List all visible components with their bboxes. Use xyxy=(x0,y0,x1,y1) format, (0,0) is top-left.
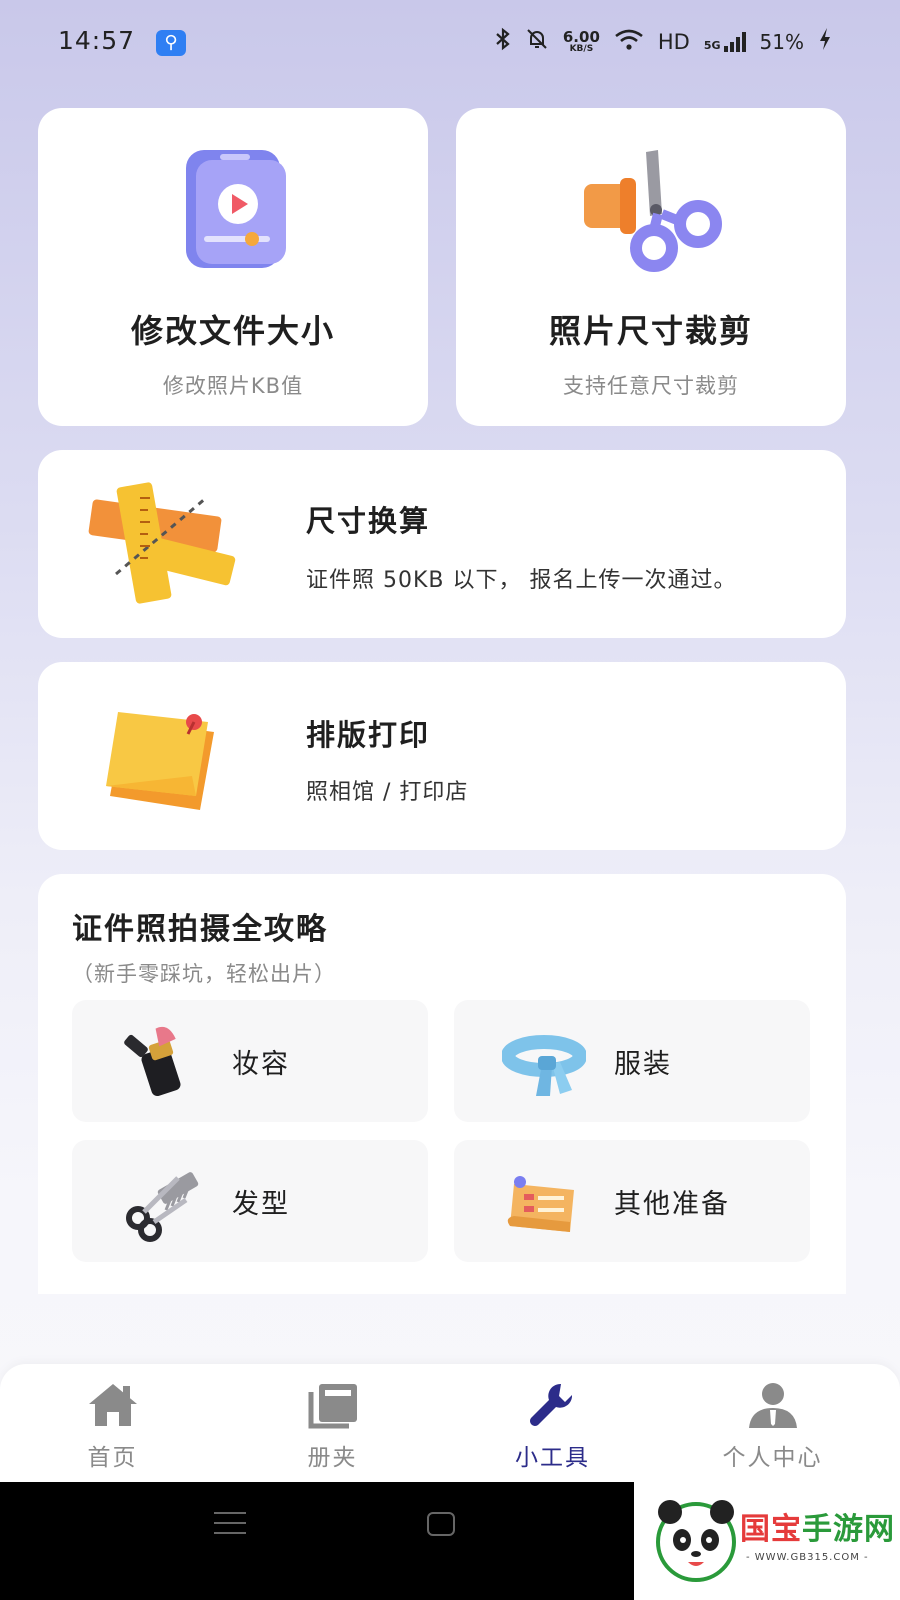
compress-subtitle: 修改照片KB值 xyxy=(162,374,304,398)
nav-tools[interactable]: 小工具 xyxy=(440,1364,665,1482)
watermark-brand-green: 手游网 xyxy=(802,1512,895,1547)
makeup-label: 妆容 xyxy=(232,1049,290,1080)
layout-print-card[interactable]: 排版打印 照相馆 / 打印店 xyxy=(38,662,846,850)
guide-item-other-prep[interactable]: 其他准备 xyxy=(454,1140,810,1262)
guide-subtitle: （新手零踩坑，轻松出片） xyxy=(72,962,336,986)
guide-item-hairstyle[interactable]: 发型 xyxy=(72,1140,428,1262)
recent-apps-icon[interactable] xyxy=(214,1512,246,1536)
scroll-icon xyxy=(507,1176,574,1232)
network-type: 5G xyxy=(703,38,721,52)
watermark-brand-red: 国宝 xyxy=(740,1512,802,1547)
nav-home[interactable]: 首页 xyxy=(0,1364,225,1482)
convert-desc: 证件照 50KB 以下， 报名上传一次通过。 xyxy=(306,568,737,593)
nav-profile[interactable]: 个人中心 xyxy=(660,1364,885,1482)
site-watermark: 国宝手游网 - WWW.GB315.COM - xyxy=(634,1478,900,1600)
status-bar: 14:57 ⚲ 6.00 KB/S HD 5G 51% xyxy=(0,0,900,86)
nav-album-label: 册夹 xyxy=(307,1445,358,1471)
compress-title: 修改文件大小 xyxy=(130,312,335,350)
compress-size-card[interactable]: 修改文件大小 修改照片KB值 xyxy=(38,108,428,426)
scissors-comb-icon xyxy=(126,1172,199,1242)
panda-logo-icon xyxy=(656,1500,736,1582)
status-icons: 6.00 KB/S HD 5G 51% xyxy=(495,27,832,56)
nav-profile-label: 个人中心 xyxy=(722,1445,823,1471)
net-speed: 6.00 KB/S xyxy=(562,27,600,54)
convert-title: 尺寸换算 xyxy=(306,504,431,538)
net-speed-value: 6.00 xyxy=(562,27,600,46)
hairstyle-label: 发型 xyxy=(232,1189,290,1220)
guide-item-clothing[interactable]: 服装 xyxy=(454,1000,810,1122)
usb-icon: ⚲ xyxy=(156,30,186,56)
print-desc: 照相馆 / 打印店 xyxy=(306,780,469,805)
bluetooth-icon xyxy=(495,27,511,56)
scissors-icon xyxy=(584,150,722,272)
status-time: 14:57 xyxy=(58,26,136,55)
home-button-icon[interactable] xyxy=(427,1512,455,1536)
net-speed-unit: KB/S xyxy=(569,43,594,54)
guide-item-makeup[interactable]: 妆容 xyxy=(72,1000,428,1122)
album-icon xyxy=(308,1384,357,1429)
size-convert-card[interactable]: 尺寸换算 证件照 50KB 以下， 报名上传一次通过。 xyxy=(38,450,846,638)
watermark-brand: 国宝手游网 xyxy=(740,1504,895,1548)
person-icon xyxy=(749,1383,797,1428)
charging-icon xyxy=(818,27,832,56)
other-prep-label: 其他准备 xyxy=(614,1189,730,1220)
phone-video-icon xyxy=(186,150,286,268)
hd-label: HD xyxy=(657,29,690,54)
photo-guide-section: 证件照拍摄全攻略 （新手零踩坑，轻松出片） 妆容 服装 发型 其他准备 xyxy=(38,874,846,1294)
print-title: 排版打印 xyxy=(306,718,431,752)
sticky-note-icon xyxy=(106,712,214,810)
nav-album[interactable]: 册夹 xyxy=(220,1364,445,1482)
crop-subtitle: 支持任意尺寸裁剪 xyxy=(563,374,739,398)
home-icon xyxy=(89,1384,137,1426)
bottom-nav: 首页 册夹 小工具 个人中心 xyxy=(0,1364,900,1482)
wrench-icon xyxy=(530,1383,573,1426)
scarf-icon xyxy=(502,1035,586,1096)
wifi-icon xyxy=(614,28,644,55)
mute-bell-icon xyxy=(525,27,549,56)
battery-percent: 51% xyxy=(759,29,804,54)
guide-title: 证件照拍摄全攻略 xyxy=(72,912,328,947)
watermark-url: - WWW.GB315.COM - xyxy=(746,1552,869,1563)
crop-title: 照片尺寸裁剪 xyxy=(548,312,753,350)
clothing-label: 服装 xyxy=(614,1049,672,1080)
rulers-icon xyxy=(88,482,236,604)
lipstick-icon xyxy=(124,1026,181,1096)
nav-home-label: 首页 xyxy=(87,1445,138,1471)
photo-crop-card[interactable]: 照片尺寸裁剪 支持任意尺寸裁剪 xyxy=(456,108,846,426)
nav-tools-label: 小工具 xyxy=(515,1445,590,1471)
signal-icon: 5G xyxy=(703,31,746,52)
